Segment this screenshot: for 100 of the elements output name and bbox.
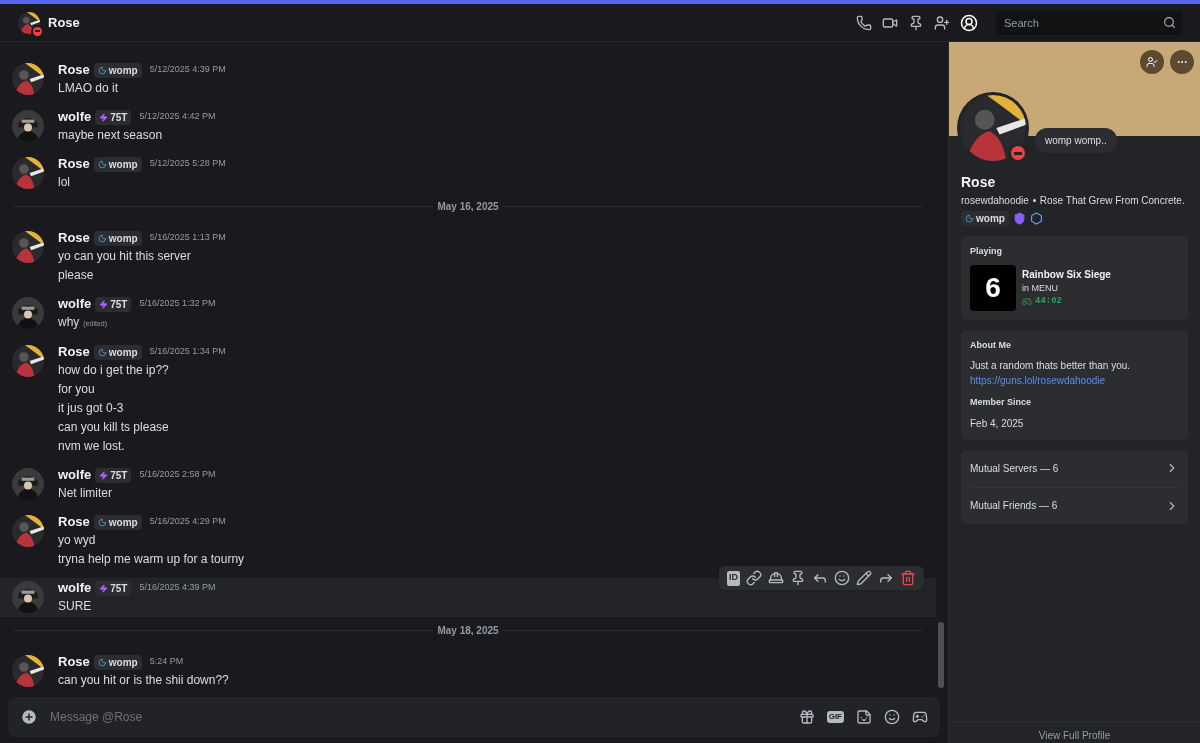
author-name[interactable]: Rose <box>58 60 90 80</box>
role-tag: womp <box>93 654 142 670</box>
gamepad-icon[interactable] <box>912 709 928 725</box>
timestamp: 5/16/2025 1:13 PM <box>149 231 226 245</box>
timestamp: 5/16/2025 4:29 PM <box>149 515 226 529</box>
timestamp: 5/16/2025 1:34 PM <box>149 345 226 359</box>
dnd-status-icon <box>33 26 42 36</box>
message-text: nvm we lost. <box>58 438 125 455</box>
message-text: yo wyd <box>58 532 96 549</box>
emoji-icon[interactable] <box>834 570 850 586</box>
moon-icon <box>965 214 974 223</box>
role-tag: womp <box>93 344 142 360</box>
about-text: Just a random thats better than you. <box>970 359 1132 373</box>
username: rosewdahoodie <box>961 194 1029 208</box>
scrollbar[interactable] <box>938 622 944 688</box>
dnd-status-icon <box>1011 146 1025 160</box>
mutuals-row[interactable]: Mutual Friends — 6 <box>970 486 1179 524</box>
avatar <box>12 655 44 687</box>
elapsed-time: 44:02 <box>1035 295 1062 308</box>
add-user-icon[interactable] <box>934 14 950 31</box>
moon-icon <box>97 347 107 357</box>
author-name[interactable]: Rose <box>58 228 90 248</box>
message-text: for you <box>58 381 95 398</box>
pencil-icon[interactable] <box>856 570 872 586</box>
tagline: Rose That Grew From Concrete. <box>1039 194 1185 208</box>
profile-icon[interactable] <box>960 13 978 32</box>
avatar <box>12 110 44 142</box>
moon-icon <box>97 159 107 169</box>
section-heading: Member Since <box>970 396 1033 409</box>
profile-name: Rose <box>961 173 997 192</box>
timestamp: 5:24 PM <box>149 655 184 669</box>
gift-icon[interactable] <box>798 709 815 725</box>
avatar <box>12 297 44 329</box>
game-icon: 6 <box>970 264 1016 311</box>
role-tag: 75T <box>95 580 132 596</box>
timestamp: 5/12/2025 5:28 PM <box>149 157 226 171</box>
delete-icon[interactable] <box>900 570 916 586</box>
message-text: SURE <box>58 598 92 615</box>
role-tag: 75T <box>95 296 132 312</box>
friend-icon <box>1146 56 1158 68</box>
message-text: Net limiter <box>58 485 112 502</box>
pin-icon[interactable] <box>790 570 806 586</box>
helmet-icon[interactable] <box>768 570 784 586</box>
message-text: how do i get the ip?? <box>58 362 169 379</box>
avatar <box>960 95 1026 161</box>
message-text: maybe next season <box>58 127 163 144</box>
avatar <box>18 11 40 34</box>
role-tag: 75T <box>95 109 132 125</box>
message-text: tryna help me warm up for a tourny <box>58 551 245 568</box>
profile-link[interactable]: https://guns.lol/rosewdahoodie <box>970 373 1179 388</box>
message-text: can you kill ts please <box>58 419 169 436</box>
timestamp: 5/12/2025 4:39 PM <box>149 63 226 77</box>
mutuals-label: Mutual Servers — 6 <box>970 461 1059 476</box>
author-name[interactable]: wolfe <box>58 465 92 485</box>
message-text: LMAO do it <box>58 80 119 97</box>
search-field[interactable]: Search <box>996 11 1182 35</box>
author-name[interactable]: Rose <box>58 342 90 362</box>
sticker-icon[interactable] <box>856 709 872 725</box>
gamepad-icon <box>1022 296 1032 307</box>
message-text: lol <box>58 174 70 191</box>
bolt-icon <box>99 470 109 480</box>
avatar <box>12 515 44 547</box>
status-bubble: womp womp.. <box>1035 128 1117 153</box>
message-text: please <box>58 267 94 284</box>
author-name[interactable]: Rose <box>58 652 90 672</box>
pin-icon[interactable] <box>908 14 924 31</box>
avatar <box>12 345 44 377</box>
message-composer[interactable]: Message @Rose GIF <box>8 697 940 737</box>
timestamp: 5/16/2025 4:39 PM <box>139 581 216 595</box>
link-icon[interactable] <box>746 570 762 586</box>
author-name[interactable]: Rose <box>58 154 90 174</box>
date-divider: May 18, 2025 <box>436 624 500 638</box>
moon-icon <box>97 517 107 527</box>
emoji-icon[interactable] <box>884 709 900 725</box>
role-tag: 75T <box>95 467 132 483</box>
role-tag: womp <box>93 156 142 172</box>
gif-button[interactable]: GIF <box>826 711 844 723</box>
view-full-profile-link[interactable]: View Full Profile <box>1038 728 1111 743</box>
message-text: can you hit or is the shii down?? <box>58 672 229 689</box>
hexagon-badge-icon <box>1029 212 1043 225</box>
channel-title: Rose <box>48 13 80 32</box>
author-name[interactable]: wolfe <box>58 294 92 314</box>
friend-button[interactable] <box>1140 50 1164 74</box>
mutuals-row[interactable]: Mutual Servers — 6 <box>970 449 1179 487</box>
game-state: in MENU <box>1022 281 1059 295</box>
author-name[interactable]: Rose <box>58 512 90 532</box>
timestamp: 5/12/2025 4:42 PM <box>139 110 216 124</box>
author-name[interactable]: wolfe <box>58 107 92 127</box>
message-text: yo can you hit this server <box>58 248 191 265</box>
avatar <box>12 63 44 95</box>
copy-id-button[interactable]: ID <box>727 570 740 586</box>
add-icon[interactable] <box>20 708 38 726</box>
author-name[interactable]: wolfe <box>58 578 92 598</box>
role-tag: womp <box>93 230 142 246</box>
more-button[interactable] <box>1170 50 1194 74</box>
moon-icon <box>97 65 107 75</box>
bolt-icon <box>99 583 109 593</box>
call-icon[interactable] <box>856 14 872 31</box>
section-heading: Playing <box>970 245 1003 258</box>
message-text: it jus got 0-3 <box>58 400 124 417</box>
